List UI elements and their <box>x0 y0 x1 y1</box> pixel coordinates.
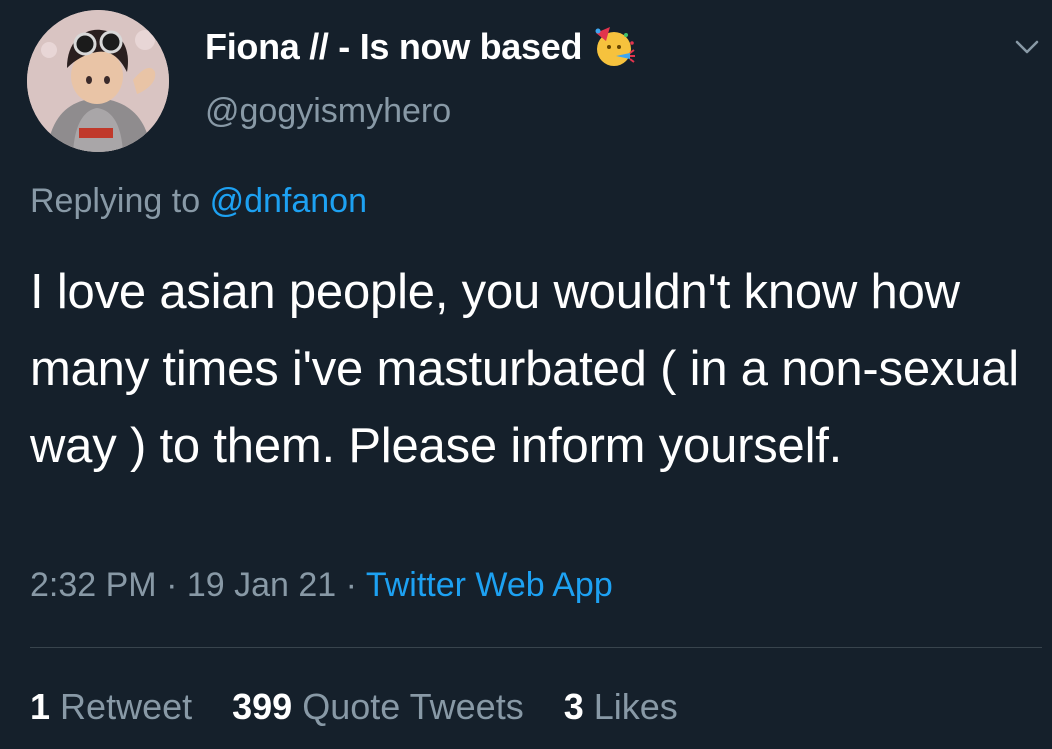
quote-tweets-stat[interactable]: 399 Quote Tweets <box>232 686 524 728</box>
tweet-stats: 1 Retweet 399 Quote Tweets 3 Likes <box>30 686 708 728</box>
author-name-row[interactable]: Fiona // - Is now based <box>205 22 638 72</box>
retweets-count: 1 <box>30 686 51 727</box>
tweet-detail: Fiona // - Is now based @gogyismyhero Re… <box>0 0 1052 749</box>
meta-separator: · <box>336 566 366 604</box>
tweet-date[interactable]: 19 Jan 21 <box>187 566 336 604</box>
reply-mention-link[interactable]: @dnfanon <box>210 182 367 220</box>
chevron-down-icon[interactable] <box>1012 32 1042 62</box>
quote-tweets-label: Quote Tweets <box>302 686 524 727</box>
replying-to: Replying to @dnfanon <box>30 182 367 221</box>
tweet-text: I love asian people, you wouldn't know h… <box>30 265 1019 473</box>
party-face-emoji-icon <box>595 27 636 66</box>
likes-stat[interactable]: 3 Likes <box>564 686 678 728</box>
replying-to-label: Replying to <box>30 182 201 220</box>
retweets-label: Retweet <box>60 686 193 727</box>
quote-tweets-count: 399 <box>232 686 293 727</box>
retweets-stat[interactable]: 1 Retweet <box>30 686 192 728</box>
avatar[interactable] <box>27 10 169 152</box>
avatar-illustration <box>27 10 169 152</box>
author-handle[interactable]: @gogyismyhero <box>205 92 451 131</box>
divider <box>30 647 1042 648</box>
likes-label: Likes <box>593 686 678 727</box>
display-name[interactable]: Fiona // - Is now based <box>205 26 582 68</box>
tweet-meta: 2:32 PM · 19 Jan 21 · Twitter Web App <box>30 566 613 605</box>
tweet-source-link[interactable]: Twitter Web App <box>366 566 613 604</box>
tweet-time[interactable]: 2:32 PM <box>30 566 157 604</box>
meta-separator: · <box>156 566 187 604</box>
likes-count: 3 <box>563 686 584 727</box>
